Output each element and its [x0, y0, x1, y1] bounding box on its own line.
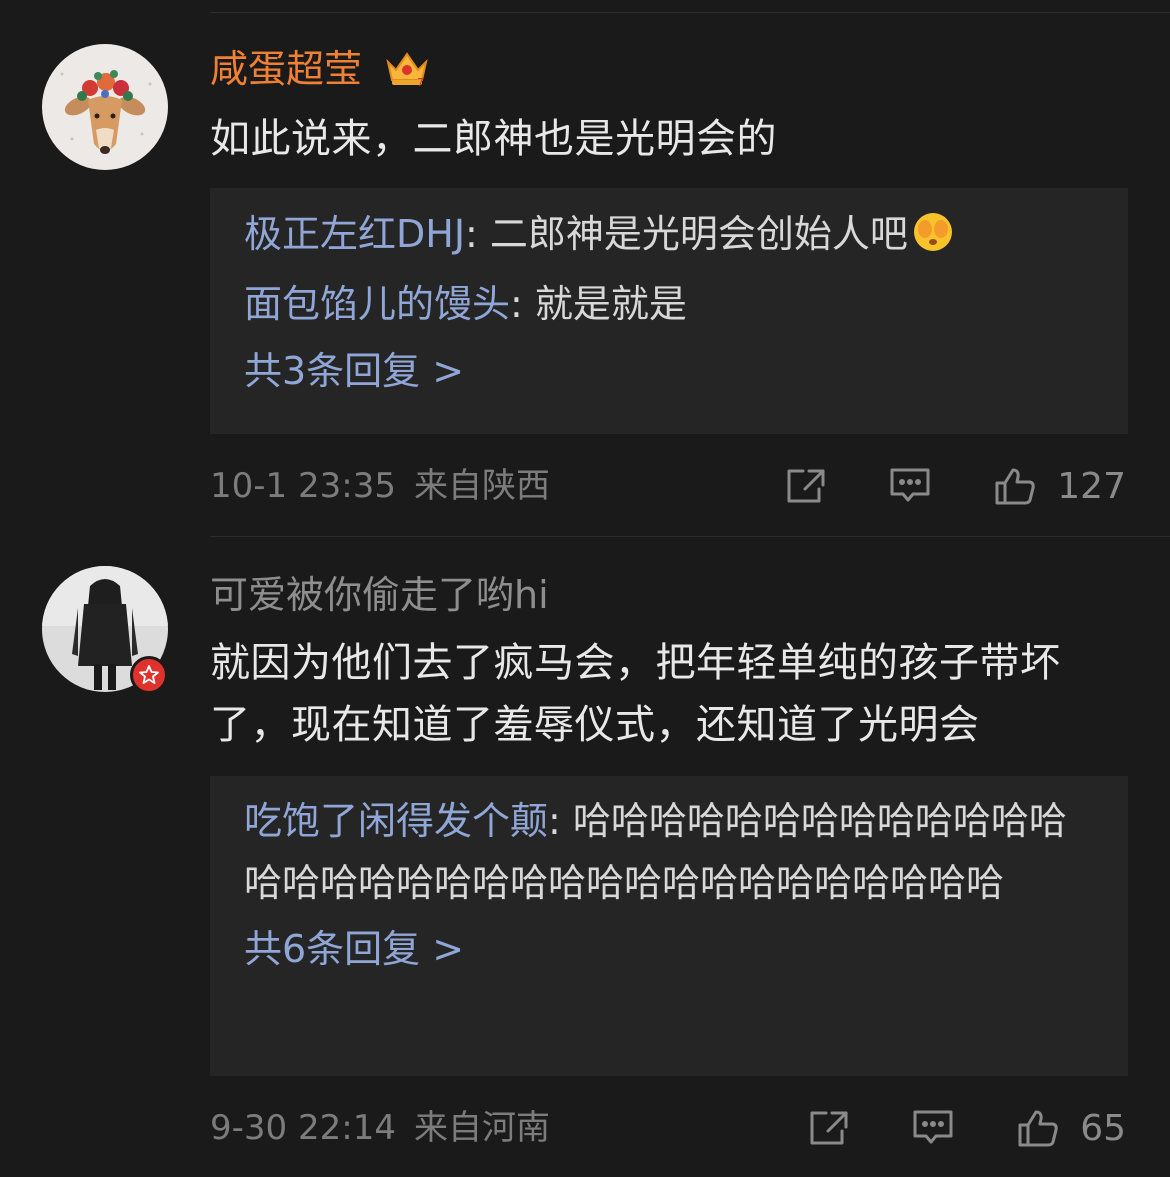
comment-actions: 65 — [808, 1106, 1126, 1150]
like-icon[interactable] — [1016, 1108, 1060, 1148]
reply-item[interactable]: 吃饱了闲得发个颠: 哈哈哈哈哈哈哈哈哈哈哈哈哈哈哈哈哈哈哈哈哈哈哈哈哈哈哈哈哈哈… — [244, 790, 1094, 914]
reply-text: : 二郎神是光明会创始人吧 — [465, 212, 908, 256]
share-icon[interactable] — [785, 467, 827, 505]
comment-meta: 10-1 23:35 来自陕西 — [210, 466, 550, 506]
comment-text: 如此说来，二郎神也是光明会的 — [210, 116, 777, 162]
comment-actions: 127 — [785, 464, 1126, 508]
like-icon[interactable] — [993, 466, 1037, 506]
reply-author[interactable]: 面包馅儿的馒头 — [244, 282, 510, 326]
reply-item[interactable]: 极正左红DHJ: 二郎神是光明会创始人吧 — [244, 202, 1094, 272]
emoji-icon — [912, 208, 954, 272]
share-icon[interactable] — [808, 1109, 850, 1147]
comment-text: 就因为他们去了疯马会，把年轻单纯的孩子带坏了，现在知道了羞辱仪式，还知道了光明会 — [210, 640, 1061, 748]
verified-badge-icon — [130, 656, 168, 694]
comment-meta: 9-30 22:14 来自河南 — [210, 1108, 550, 1148]
like-count: 127 — [1057, 465, 1126, 507]
reply-box[interactable]: 极正左红DHJ: 二郎神是光明会创始人吧 面包馅儿的馒头: 就是就是 共3条回复… — [210, 188, 1128, 434]
username[interactable]: 可爱被你偷走了哟hi — [210, 570, 549, 620]
comment-icon[interactable] — [889, 467, 931, 505]
comment-divider — [210, 536, 1170, 537]
like-count: 65 — [1080, 1107, 1126, 1149]
location: 来自河南 — [413, 1108, 550, 1148]
avatar[interactable] — [42, 44, 168, 170]
svg-text:7: 7 — [417, 76, 424, 88]
more-replies-link[interactable]: 共6条回复 > — [244, 914, 1094, 984]
more-replies-link[interactable]: 共3条回复 > — [244, 336, 1094, 406]
comment-icon[interactable] — [912, 1109, 954, 1147]
reply-author[interactable]: 极正左红DHJ — [244, 212, 465, 256]
reply-text: : 就是就是 — [510, 282, 687, 326]
top-divider — [210, 12, 1170, 13]
reply-author[interactable]: 吃饱了闲得发个颠 — [244, 799, 548, 843]
timestamp: 9-30 22:14 — [210, 1108, 396, 1148]
reply-box[interactable]: 吃饱了闲得发个颠: 哈哈哈哈哈哈哈哈哈哈哈哈哈哈哈哈哈哈哈哈哈哈哈哈哈哈哈哈哈哈… — [210, 776, 1128, 1076]
reply-item[interactable]: 面包馅儿的馒头: 就是就是 — [244, 272, 1094, 336]
location: 来自陕西 — [413, 466, 550, 506]
crown-icon: 7 — [384, 48, 430, 100]
username[interactable]: 咸蛋超莹 7 — [210, 44, 430, 100]
timestamp: 10-1 23:35 — [210, 466, 396, 506]
